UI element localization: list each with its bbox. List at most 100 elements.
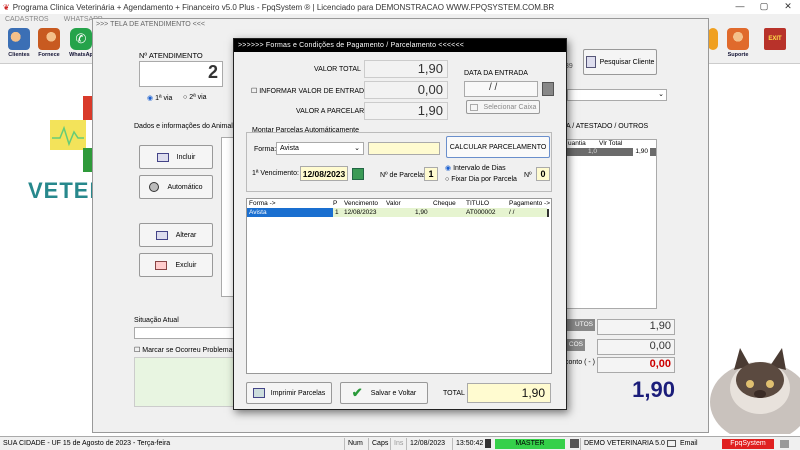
- n-atendimento-field[interactable]: 2: [139, 61, 223, 87]
- n-parcelas-label: Nº de Parcelas: [380, 172, 427, 179]
- right-tab-label: A / ATESTADO / OUTROS: [566, 123, 649, 130]
- exit-button[interactable]: EXIT: [760, 26, 790, 62]
- fixar-dia-radio[interactable]: ○ Fixar Dia por Parcela: [445, 176, 517, 183]
- n-field[interactable]: 0: [536, 167, 550, 181]
- dialog-title: >>>>>> Formas e Condições de Pagamento /…: [234, 39, 566, 52]
- total-produtos-value: 1,90: [597, 319, 675, 335]
- automatico-button[interactable]: Automático: [139, 175, 213, 199]
- pagamento-dialog: >>>>>> Formas e Condições de Pagamento /…: [233, 38, 567, 410]
- data-entrada-label: DATA DA ENTRADA: [464, 70, 528, 77]
- supplier-icon: [38, 28, 60, 50]
- status-end-icon: [780, 440, 789, 448]
- calendar-icon[interactable]: [542, 82, 554, 96]
- background-logo-area: VETER: [0, 64, 105, 434]
- valor-total-field: 1,90: [364, 60, 448, 78]
- cash-register-icon: [469, 103, 478, 111]
- salvar-voltar-button[interactable]: ✔ Salvar e Voltar: [340, 382, 428, 404]
- suporte-button[interactable]: Suporte: [723, 26, 753, 62]
- excluir-button[interactable]: Excluir: [139, 253, 213, 277]
- via1-radio[interactable]: ◉ 1ª via: [147, 94, 172, 102]
- atendimento-header: >>> TELA DE ATENDIMENTO <<<: [93, 19, 708, 31]
- delete-icon: [155, 260, 168, 270]
- calendar-icon[interactable]: [352, 168, 364, 180]
- forma-label: Forma:: [254, 146, 277, 153]
- valor-parcelar-field: 1,90: [364, 102, 448, 120]
- status-time: 13:50:42: [452, 438, 483, 450]
- valor-total-label: VALOR TOTAL: [314, 66, 361, 73]
- toolbar-partial-icon: [708, 26, 718, 62]
- selecionar-caixa-button[interactable]: Selecionar Caixa: [466, 100, 540, 114]
- intervalo-dias-radio[interactable]: ◉ Intervalo de Dias: [445, 164, 506, 172]
- logo-heartbeat-icon: [50, 120, 86, 150]
- pesquisar-cliente-button[interactable]: Pesquisar Cliente: [583, 49, 657, 75]
- desconto-value[interactable]: 0,00: [597, 357, 675, 373]
- status-email[interactable]: Email: [677, 438, 698, 450]
- vencimento-label: 1ª Vencimento:: [252, 170, 299, 177]
- status-indicator: [485, 439, 491, 448]
- forma-extra-field[interactable]: [368, 142, 440, 155]
- parcelas-grid[interactable]: Forma -> P Vencimento Valor Cheque TITUL…: [246, 198, 552, 374]
- forma-select[interactable]: Avista ⌄: [276, 142, 364, 155]
- printer-icon: [252, 388, 265, 398]
- minimize-button[interactable]: —: [728, 0, 752, 14]
- check-icon: ✔: [351, 385, 363, 400]
- dados-animal-label: Dados e informações do Animal ->: [134, 123, 242, 130]
- grand-total: 1,90: [632, 377, 675, 402]
- n-atendimento-label: Nº ATENDIMENTO: [139, 51, 203, 60]
- grid-scrollbar[interactable]: [547, 209, 549, 217]
- logo-green-bar: [83, 148, 92, 172]
- n-parcelas-field[interactable]: 1: [424, 167, 438, 181]
- total-servicos-value: 0,00: [597, 339, 675, 355]
- desconto-label: conto ( - ): [565, 359, 595, 366]
- via2-radio[interactable]: ○ 2ª via: [183, 94, 207, 101]
- status-ins: Ins: [390, 438, 403, 450]
- title-bar: ❦ Programa Clinica Veterinária + Agendam…: [0, 0, 800, 14]
- entrada-field[interactable]: 0,00: [364, 81, 448, 99]
- data-entrada-field[interactable]: / /: [464, 81, 538, 97]
- close-button[interactable]: ✕: [776, 0, 800, 14]
- n-label: Nº: [524, 172, 532, 179]
- right-items-table[interactable]: uantia Vlr Total 1,0 1,90: [565, 139, 657, 309]
- status-date: 12/08/2023: [406, 438, 445, 450]
- observacao-area[interactable]: [134, 357, 234, 407]
- clients-icon: [8, 28, 30, 50]
- status-demo: DEMO VETERINARIA 5.0: [580, 438, 665, 450]
- imprimir-parcelas-button[interactable]: Imprimir Parcelas: [246, 382, 332, 404]
- marcar-problemas-checkbox[interactable]: ☐ Marcar se Ocorreu Problemas no: [134, 346, 246, 354]
- whatsapp-icon: ✆: [70, 28, 92, 50]
- grid-header: Forma -> P Vencimento Valor Cheque TITUL…: [249, 200, 551, 207]
- right-table-header: uantia Vlr Total: [568, 140, 623, 147]
- informar-entrada-checkbox[interactable]: ☐ INFORMAR VALOR DE ENTRADA: [251, 87, 369, 95]
- chevron-down-icon: ⌄: [354, 145, 360, 152]
- table-row[interactable]: 1,0 1,90: [566, 148, 656, 156]
- chevron-down-icon: ⌄: [658, 91, 664, 98]
- calcular-parcelamento-button[interactable]: CALCULAR PARCELAMENTO: [446, 136, 550, 158]
- email-icon[interactable]: [667, 440, 676, 447]
- bg-dropdown[interactable]: ⌄: [567, 89, 667, 101]
- situacao-label: Situação Atual: [134, 317, 179, 324]
- status-bar: SUA CIDADE - UF 15 de Agosto de 2023 - T…: [0, 436, 800, 450]
- auto-icon: [149, 182, 160, 192]
- support-icon: [727, 28, 749, 50]
- table-row[interactable]: Avista 1 12/08/2023 1,90 AT000002 / /: [247, 208, 547, 217]
- total-servicos-label: COS: [565, 339, 585, 351]
- maximize-button[interactable]: ▢: [752, 0, 776, 14]
- search-client-icon: [585, 56, 596, 68]
- vencimento-field[interactable]: 12/08/2023: [300, 166, 348, 181]
- fornece-button[interactable]: Fornece: [34, 26, 64, 62]
- menu-cadastros[interactable]: CADASTROS: [5, 16, 49, 23]
- incluir-button[interactable]: Incluir: [139, 145, 213, 169]
- clientes-button[interactable]: Clientes: [4, 26, 34, 62]
- status-master: MASTER: [495, 439, 565, 449]
- total-produtos-label: UTOS: [565, 319, 595, 331]
- add-icon: [156, 152, 169, 162]
- window-title: Programa Clinica Veterinária + Agendamen…: [12, 2, 555, 12]
- edit-icon: [155, 230, 168, 240]
- situacao-field[interactable]: [134, 327, 234, 339]
- status-city-date: SUA CIDADE - UF 15 de Agosto de 2023 - T…: [3, 440, 171, 447]
- total-field: 1,90: [467, 383, 551, 403]
- alterar-button[interactable]: Alterar: [139, 223, 213, 247]
- status-brand[interactable]: FpqSystem: [722, 439, 774, 449]
- valor-parcelar-label: VALOR A PARCELAR: [296, 108, 365, 115]
- cat-image: [700, 330, 800, 442]
